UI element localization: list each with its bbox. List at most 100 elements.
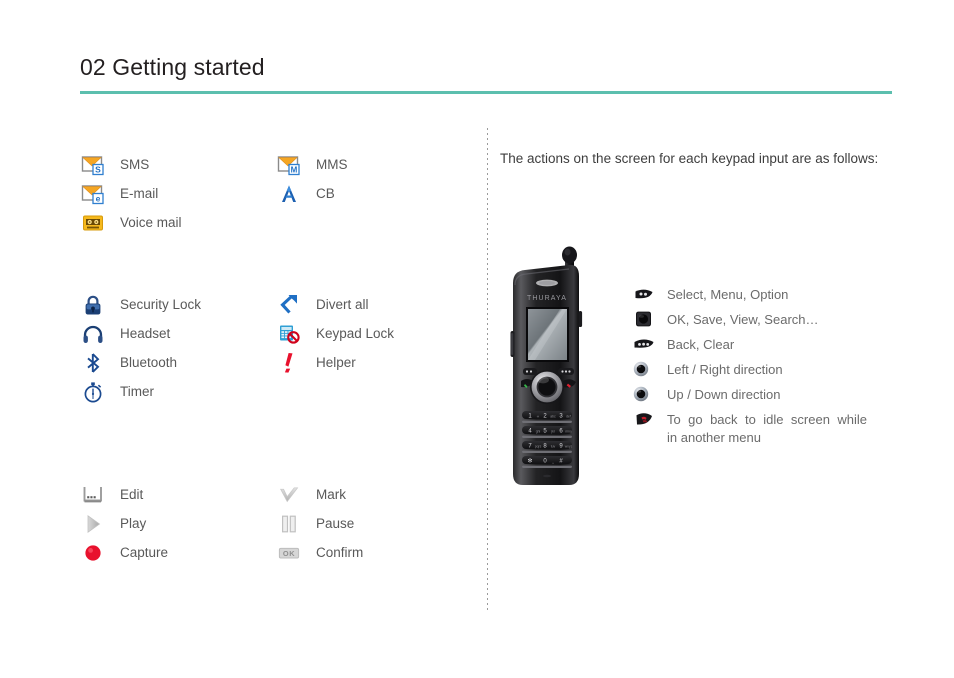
pause-bars-icon bbox=[276, 511, 302, 537]
legend-row-cb: CB bbox=[276, 179, 348, 208]
legend-row-voice-mail: Voice mail bbox=[80, 208, 182, 237]
key-label: Select, Menu, Option bbox=[667, 287, 789, 302]
legend-label: Timer bbox=[120, 384, 154, 399]
end-call-key-icon bbox=[633, 411, 655, 429]
mark-check-icon bbox=[276, 482, 302, 508]
legend-row-keypad-lock: Keypad Lock bbox=[276, 319, 394, 348]
legend-label: Helper bbox=[316, 355, 356, 370]
legend-label: Pause bbox=[316, 516, 355, 531]
svg-text:mno: mno bbox=[565, 430, 572, 434]
stopwatch-timer-icon bbox=[80, 379, 106, 405]
svg-text:✻: ✻ bbox=[527, 458, 532, 465]
legend-label: CB bbox=[316, 186, 335, 201]
voice-mail-cassette-icon bbox=[80, 210, 106, 236]
confirm-ok-icon: OK bbox=[276, 540, 302, 566]
bluetooth-icon bbox=[80, 350, 106, 376]
legend-label: MMS bbox=[316, 157, 348, 172]
svg-text:ghi: ghi bbox=[536, 430, 541, 434]
media-column-b: Mark Pause OK Confirm bbox=[276, 480, 363, 567]
legend-row-mms: M MMS bbox=[276, 150, 348, 179]
legend-label: Confirm bbox=[316, 545, 364, 560]
legend-row-sms: S SMS bbox=[80, 150, 182, 179]
key-label-line-1: To go back to idle screen while bbox=[667, 412, 867, 427]
capture-record-icon bbox=[80, 540, 106, 566]
messaging-column-b: M MMS CB bbox=[276, 150, 348, 208]
legend-row-headset: Headset bbox=[80, 319, 201, 348]
icon-legend-panel: S SMS e E-mail Voice mail M MMS CB Secur… bbox=[80, 150, 470, 580]
key-label: Up / Down direction bbox=[667, 387, 781, 402]
key-row-left-right: Left / Right direction bbox=[633, 361, 898, 379]
svg-text:def: def bbox=[566, 415, 571, 419]
legend-row-capture: Capture bbox=[80, 538, 168, 567]
messaging-icon-group: S SMS e E-mail Voice mail M MMS CB bbox=[80, 150, 470, 270]
legend-label: SMS bbox=[120, 157, 150, 172]
svg-text:tuv: tuv bbox=[551, 445, 556, 449]
legend-label: Play bbox=[120, 516, 147, 531]
legend-row-bluetooth: Bluetooth bbox=[80, 348, 201, 377]
key-row-up-down: Up / Down direction bbox=[633, 386, 898, 404]
legend-row-security-lock: Security Lock bbox=[80, 290, 201, 319]
svg-text:abc: abc bbox=[550, 415, 556, 419]
padlock-icon bbox=[80, 292, 106, 318]
email-envelope-icon: e bbox=[80, 181, 106, 207]
play-triangle-icon bbox=[80, 511, 106, 537]
soft-key-left-icon bbox=[633, 286, 655, 304]
legend-label: Voice mail bbox=[120, 215, 182, 230]
legend-row-divert-all: Divert all bbox=[276, 290, 394, 319]
helper-exclamation-icon bbox=[276, 350, 302, 376]
legend-row-play: Play bbox=[80, 509, 168, 538]
keypad-lock-icon bbox=[276, 321, 302, 347]
key-label-line-2: in another menu bbox=[667, 430, 761, 445]
legend-label: Capture bbox=[120, 545, 169, 560]
page-title: 02 Getting started bbox=[80, 54, 265, 80]
svg-text:e: e bbox=[96, 193, 101, 203]
divert-arrow-icon bbox=[276, 292, 302, 318]
center-ok-key-icon bbox=[633, 311, 655, 329]
phone-and-keys: THURAYA 1 ∞ 2 abc 3 def 4 ghi 5 jkl 6 mn… bbox=[500, 190, 900, 485]
legend-row-mark: Mark bbox=[276, 480, 363, 509]
svg-text:S: S bbox=[95, 164, 101, 174]
status-column-a: Security Lock Headset Bluetooth Timer bbox=[80, 290, 201, 406]
keypad-actions-panel: The actions on the screen for each keypa… bbox=[500, 150, 900, 485]
key-row-ok: OK, Save, View, Search… bbox=[633, 311, 898, 329]
phone-brand-text: THURAYA bbox=[527, 295, 567, 302]
status-column-b: Divert all Keypad Lock Helper bbox=[276, 290, 394, 377]
key-row-select: Select, Menu, Option bbox=[633, 286, 898, 304]
legend-label: Keypad Lock bbox=[316, 326, 395, 341]
cb-antenna-icon bbox=[276, 181, 302, 207]
page-header: 02 Getting started bbox=[80, 52, 892, 94]
legend-row-timer: Timer bbox=[80, 377, 201, 406]
header-rule bbox=[80, 91, 892, 94]
key-action-list: Select, Menu, Option OK, Save, View, Sea… bbox=[633, 286, 898, 454]
legend-label: Edit bbox=[120, 487, 144, 502]
legend-row-email: e E-mail bbox=[80, 179, 182, 208]
legend-label: Mark bbox=[316, 487, 346, 502]
legend-label: Headset bbox=[120, 326, 171, 341]
soft-key-right-icon bbox=[633, 336, 655, 354]
media-column-a: Edit Play Capture bbox=[80, 480, 168, 567]
mms-envelope-icon: M bbox=[276, 152, 302, 178]
navigation-left-right-icon bbox=[633, 361, 655, 379]
intro-text: The actions on the screen for each keypa… bbox=[500, 151, 879, 166]
legend-row-helper: Helper bbox=[276, 348, 394, 377]
messaging-column-a: S SMS e E-mail Voice mail bbox=[80, 150, 182, 237]
sms-envelope-icon: S bbox=[80, 152, 106, 178]
edit-pencil-box-icon bbox=[80, 482, 106, 508]
legend-label: E-mail bbox=[120, 186, 159, 201]
svg-text:wxyz: wxyz bbox=[565, 445, 573, 449]
svg-text:OK: OK bbox=[283, 548, 295, 557]
legend-label: Divert all bbox=[316, 297, 369, 312]
legend-row-edit: Edit bbox=[80, 480, 168, 509]
key-row-back: Back, Clear bbox=[633, 336, 898, 354]
key-label: Back, Clear bbox=[667, 337, 735, 352]
svg-text:pqrs: pqrs bbox=[535, 445, 542, 449]
media-icon-group: Edit Play Capture Mark Pause OK Confirm bbox=[80, 480, 470, 580]
vertical-dotted-divider bbox=[487, 128, 488, 611]
navigation-up-down-icon bbox=[633, 386, 655, 404]
key-label: Left / Right direction bbox=[667, 362, 783, 377]
legend-label: Bluetooth bbox=[120, 355, 178, 370]
legend-row-confirm: OK Confirm bbox=[276, 538, 363, 567]
headset-icon bbox=[80, 321, 106, 347]
svg-text:M: M bbox=[291, 165, 298, 174]
legend-label: Security Lock bbox=[120, 297, 202, 312]
